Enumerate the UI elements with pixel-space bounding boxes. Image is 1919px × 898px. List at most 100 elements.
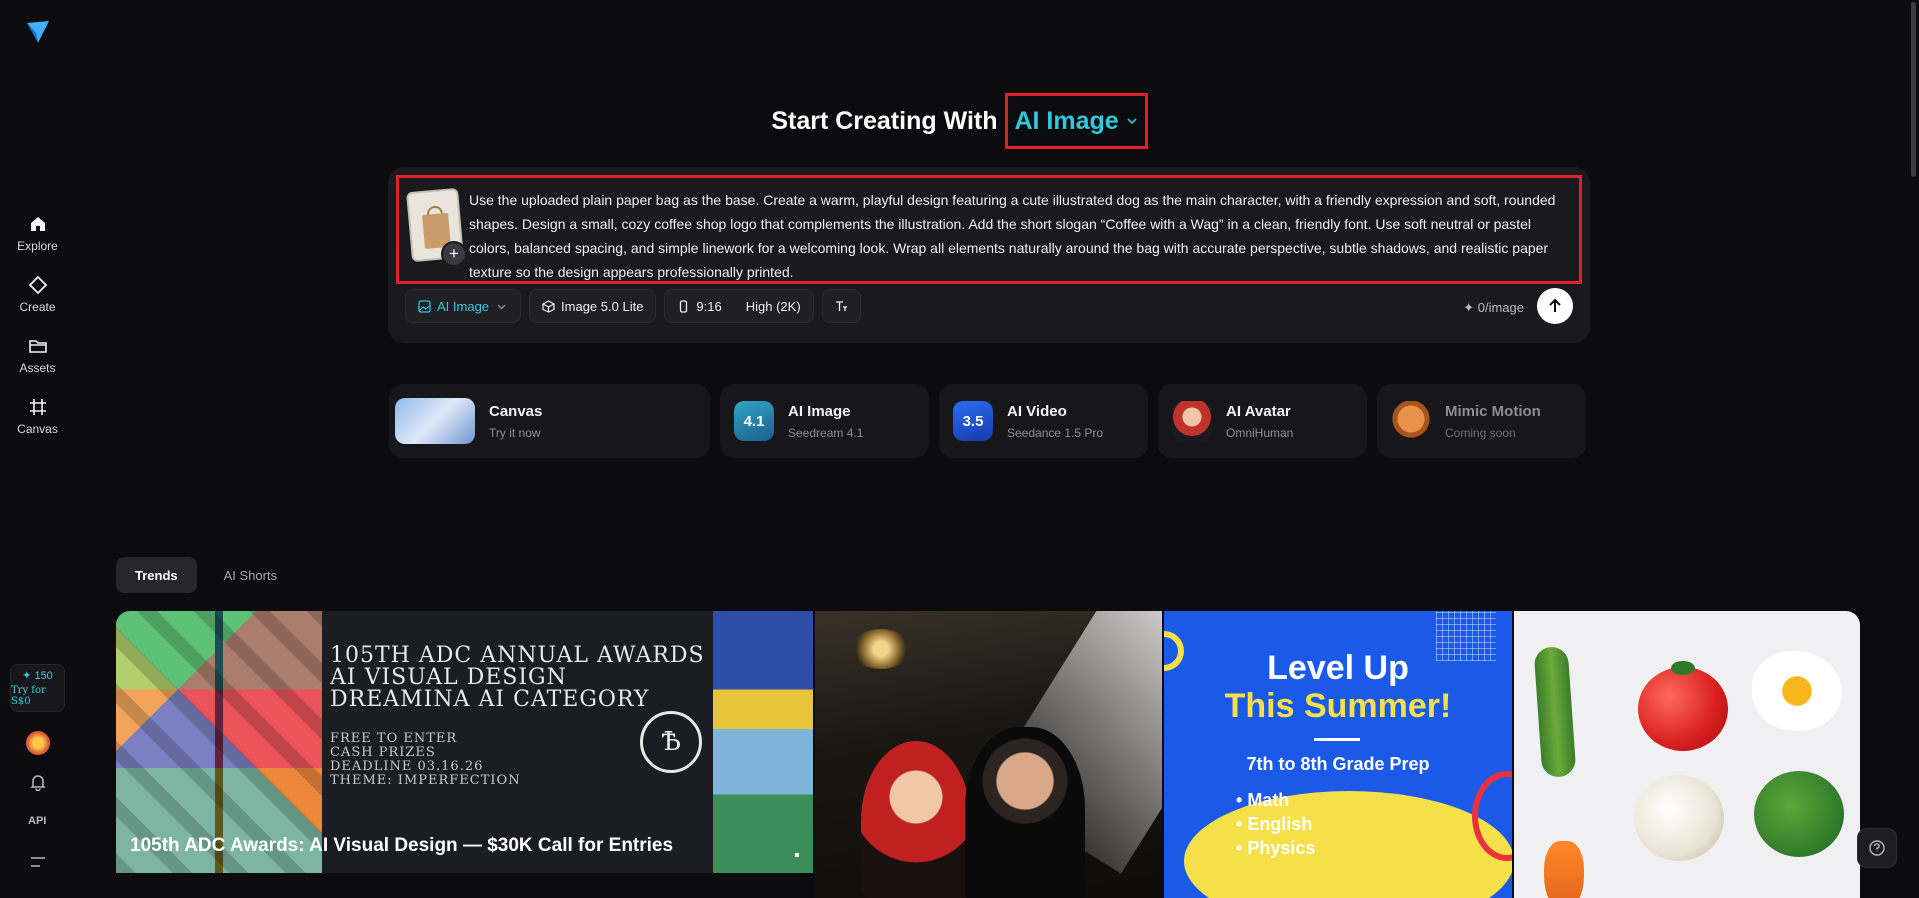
text-settings-button[interactable]: [821, 289, 861, 323]
cucumber: [1533, 645, 1577, 779]
subject-list: Math English Physics: [1236, 788, 1315, 860]
feature-card-subtitle: Seedream 4.1: [788, 425, 864, 440]
yellow-shape: [1184, 791, 1512, 898]
chevron-down-icon: [497, 304, 506, 309]
add-reference-button[interactable]: +: [441, 241, 467, 267]
poster-detail-line: THEME: IMPERFECTION: [330, 773, 521, 788]
text-format-icon: [835, 300, 847, 311]
image-icon: [418, 299, 431, 313]
feature-card-title: Mimic Motion: [1445, 402, 1541, 420]
figure-woman: [861, 741, 971, 898]
generation-toolbar: AI Image Image 5.0 Lite 9:16 High (2K): [405, 289, 861, 323]
title-prefix: Start Creating With: [771, 106, 998, 135]
mimic-motion-thumbnail: [1391, 401, 1431, 441]
trends-gallery: 105TH ADC ANNUAL AWARDS AI VISUAL DESIGN…: [116, 611, 1860, 898]
sidebar-item-label: Canvas: [17, 422, 58, 436]
pegasus-thumbnail: [395, 398, 475, 444]
poster-subtitle: 7th to 8th Grade Prep: [1246, 754, 1430, 774]
tab-ai-shorts[interactable]: AI Shorts: [205, 557, 296, 593]
help-button[interactable]: [1857, 828, 1897, 868]
tomato: [1638, 661, 1728, 751]
ratio-label: 9:16: [696, 298, 722, 314]
credits-offer: Try for S$0: [11, 685, 46, 707]
adc-logo: Ѣ: [640, 711, 702, 773]
fried-egg: [1752, 651, 1842, 731]
sidebar-item-create[interactable]: Create: [3, 275, 73, 314]
bell-icon[interactable]: [29, 773, 47, 791]
prompt-input[interactable]: Use the uploaded plain paper bag as the …: [469, 188, 1569, 284]
page-scrollbar[interactable]: [1911, 2, 1916, 177]
feature-card-ai-video[interactable]: 3.5 AI Video Seedance 1.5 Pro: [939, 384, 1148, 458]
feature-card-mimic-motion[interactable]: Mimic Motion Coming soon: [1377, 384, 1586, 458]
feature-card-title: AI Image: [788, 402, 851, 420]
gallery-card-caption: 105th ADC Awards: AI Visual Design — $30…: [130, 835, 674, 856]
poster-detail-line: DEADLINE 03.16.26: [330, 759, 484, 774]
gallery-card-ballroom-couple[interactable]: [815, 611, 1162, 898]
arrow-up-icon: [1549, 298, 1561, 312]
feature-card-title: AI Video: [1007, 402, 1067, 420]
gallery-card-adc-awards[interactable]: 105TH ADC ANNUAL AWARDS AI VISUAL DESIGN…: [116, 611, 813, 873]
mosaic-art: [116, 611, 322, 873]
sidebar-item-label: Explore: [17, 239, 58, 253]
poster-line: 105TH ADC ANNUAL AWARDS: [330, 643, 705, 668]
avatar-thumbnail: [1172, 401, 1212, 441]
carousel-indicator: [795, 853, 799, 857]
cube-icon: [542, 299, 555, 313]
canvas-frame-icon: [29, 399, 46, 415]
sidebar-item-assets[interactable]: Assets: [3, 336, 73, 375]
seedance-icon: 3.5: [953, 401, 993, 441]
help-icon: [1869, 840, 1885, 856]
sidebar-item-explore[interactable]: Explore: [3, 214, 73, 253]
user-avatar[interactable]: [26, 731, 50, 755]
sidebar-item-canvas[interactable]: Canvas: [3, 397, 73, 436]
mode-dropdown-label: AI Image: [437, 298, 490, 314]
poster-headline: 105TH ADC ANNUAL AWARDS AI VISUAL DESIGN…: [330, 645, 705, 711]
feature-card-ai-avatar[interactable]: AI Avatar OmniHuman: [1158, 384, 1367, 458]
list-item: Physics: [1236, 836, 1315, 860]
feature-card-subtitle: Coming soon: [1445, 425, 1516, 440]
poster-detail-line: CASH PRIZES: [330, 745, 436, 760]
menu-icon[interactable]: [29, 855, 47, 869]
model-selector-label: Image 5.0 Lite: [561, 298, 644, 314]
feature-card-canvas[interactable]: Canvas Try it now: [389, 384, 710, 458]
seedream-icon: 4.1: [734, 401, 774, 441]
dreamina-logo-icon[interactable]: [24, 18, 52, 46]
credits-badge[interactable]: ✦ 150 Try for S$0: [10, 664, 65, 712]
folder-icon: [28, 340, 47, 353]
api-link[interactable]: API: [28, 815, 46, 827]
feature-card-subtitle: Seedance 1.5 Pro: [1007, 425, 1104, 440]
ratio-quality-selector[interactable]: 9:16 High (2K): [664, 289, 814, 323]
mode-selector-label: AI Image: [1014, 106, 1119, 135]
headline-line: Level Up: [1267, 649, 1409, 687]
cost-per-image: ✦ 0/image: [1463, 300, 1524, 315]
poster-line: DREAMINA AI CATEGORY: [330, 687, 650, 712]
gallery-tabs: Trends AI Shorts: [116, 557, 296, 593]
feature-cards: Canvas Try it now 4.1 AI Image Seedream …: [389, 384, 1586, 458]
home-icon: [30, 217, 45, 231]
generate-button[interactable]: [1537, 288, 1573, 324]
feature-card-ai-image[interactable]: 4.1 AI Image Seedream 4.1: [720, 384, 929, 458]
gallery-card-summer-prep[interactable]: Level Up This Summer! 7th to 8th Grade P…: [1164, 611, 1512, 898]
feature-card-title: Canvas: [489, 402, 543, 420]
feature-card-subtitle: Try it now: [489, 425, 541, 440]
prompt-highlight-frame: + Use the uploaded plain paper bag as th…: [396, 175, 1582, 284]
sidebar-item-label: Assets: [19, 361, 56, 375]
model-selector[interactable]: Image 5.0 Lite: [529, 289, 657, 323]
gallery-card-vegetables[interactable]: [1514, 611, 1860, 898]
credits-amount: ✦ 150: [22, 670, 53, 682]
mode-dropdown[interactable]: AI Image: [405, 289, 522, 323]
list-item: Math: [1236, 788, 1315, 812]
tab-trends[interactable]: Trends: [116, 557, 197, 593]
quality-label: High (2K): [745, 298, 801, 314]
divider: [1314, 738, 1360, 741]
chevron-down-icon: [1127, 118, 1137, 125]
poster-detail-line: FREE TO ENTER: [330, 731, 458, 746]
mosaic-art: [713, 611, 813, 873]
figure-man: [965, 727, 1085, 898]
chandelier: [851, 629, 911, 669]
broccoli: [1754, 771, 1844, 857]
mode-selector[interactable]: AI Image: [1005, 93, 1148, 149]
diamond-icon: [28, 275, 47, 295]
poster-line: AI VISUAL DESIGN: [330, 665, 567, 690]
feature-card-title: AI Avatar: [1226, 402, 1291, 420]
